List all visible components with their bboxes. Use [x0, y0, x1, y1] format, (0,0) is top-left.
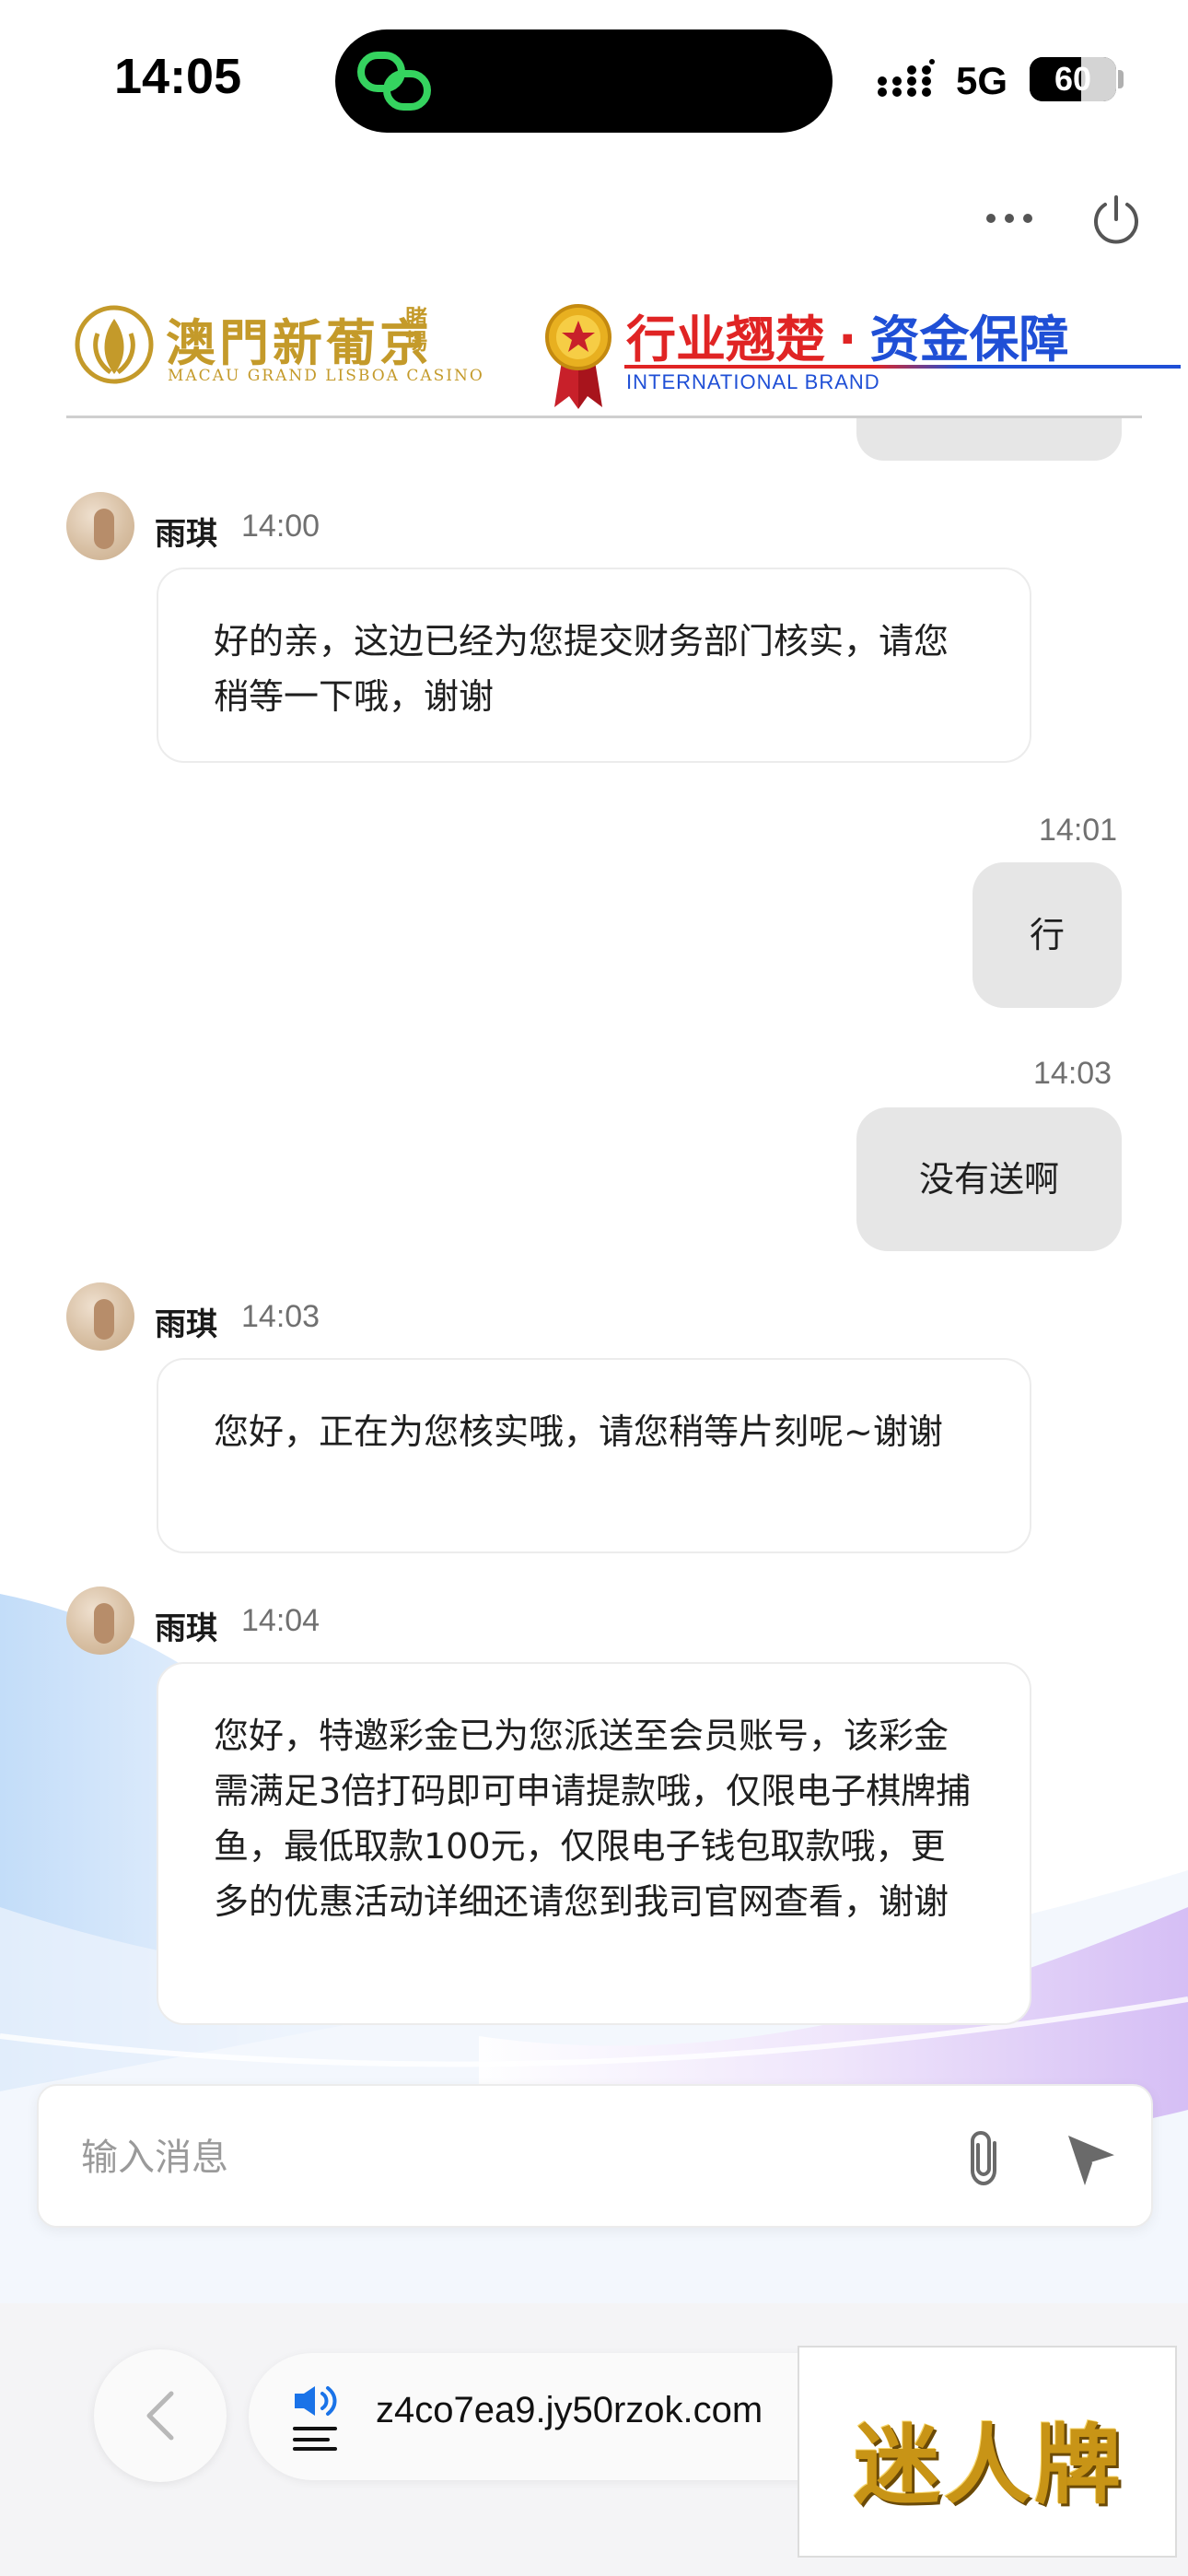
link-rings-icon: [357, 52, 431, 111]
outgoing-message-bubble: 没有送啊: [856, 1107, 1122, 1251]
paperclip-icon[interactable]: [960, 2128, 1013, 2189]
slogan-left: 行业翘楚: [626, 310, 825, 369]
incoming-message-bubble: 好的亲，这边已经为您提交财务部门核实，请您稍等一下哦，谢谢: [157, 568, 1031, 763]
overlay-sticker: 迷人牌: [798, 2346, 1177, 2558]
status-bar: 14:05 5G 60: [0, 0, 1188, 157]
avatar[interactable]: [66, 1587, 134, 1655]
casino-subtitle: MACAU GRAND LISBOA CASINO: [168, 367, 484, 385]
speaker-icon: [293, 2386, 337, 2451]
sender-name: 雨琪: [155, 516, 217, 553]
message-time: 14:04: [241, 1603, 320, 1638]
incoming-message-bubble: 您好，正在为您核实哦，请您稍等片刻呢~谢谢: [157, 1358, 1031, 1553]
slogan-right: 资金保障: [869, 310, 1069, 369]
message-time: 14:03: [241, 1299, 320, 1334]
slogan: 行业翘楚 · 资金保障: [626, 299, 1069, 371]
message-time: 14:03: [1033, 1056, 1112, 1091]
url-text: z4co7ea9.jy50rzok.com: [376, 2390, 763, 2430]
outgoing-message-bubble: 行: [973, 862, 1122, 1008]
casino-suffix: 賭場: [405, 304, 427, 355]
battery-level: 60: [1054, 60, 1092, 98]
sender-name: 雨琪: [155, 1610, 217, 1647]
network-label: 5G: [956, 59, 1008, 102]
power-icon[interactable]: [1089, 192, 1144, 247]
slogan-subtitle: INTERNATIONAL BRAND: [626, 370, 880, 393]
send-arrow-icon[interactable]: [1061, 2128, 1122, 2189]
message-input-bar: [37, 2084, 1153, 2228]
signal-icon: [878, 59, 935, 97]
status-time: 14:05: [114, 49, 242, 104]
slogan-dot: ·: [838, 310, 857, 369]
casino-emblem-icon: [75, 305, 154, 384]
message-time: 14:00: [241, 509, 320, 544]
more-dots-icon[interactable]: [980, 193, 1039, 243]
medal-icon: [545, 304, 611, 409]
avatar[interactable]: [66, 492, 134, 560]
chevron-left-icon: [146, 2391, 174, 2441]
battery-cap: [1118, 70, 1124, 88]
battery-indicator: 60: [1030, 57, 1116, 101]
sender-name: 雨琪: [155, 1306, 217, 1343]
sticker-text: 迷人牌: [853, 2415, 1124, 2516]
casino-banner[interactable]: 澳門新葡京 賭場 MACAU GRAND LISBOA CASINO 行业翘楚 ·…: [66, 287, 1181, 418]
incoming-message-bubble: 您好，特邀彩金已为您派送至会员账号，该彩金需满足3倍打码即可申请提款哦，仅限电子…: [157, 1662, 1031, 2025]
casino-name: 澳門新葡京: [166, 313, 433, 372]
avatar[interactable]: [66, 1282, 134, 1351]
back-button[interactable]: [94, 2349, 227, 2482]
dynamic-island: [335, 29, 833, 133]
message-time: 14:01: [1039, 813, 1118, 848]
slogan-underline: [624, 365, 1181, 369]
message-input[interactable]: [81, 2119, 910, 2196]
